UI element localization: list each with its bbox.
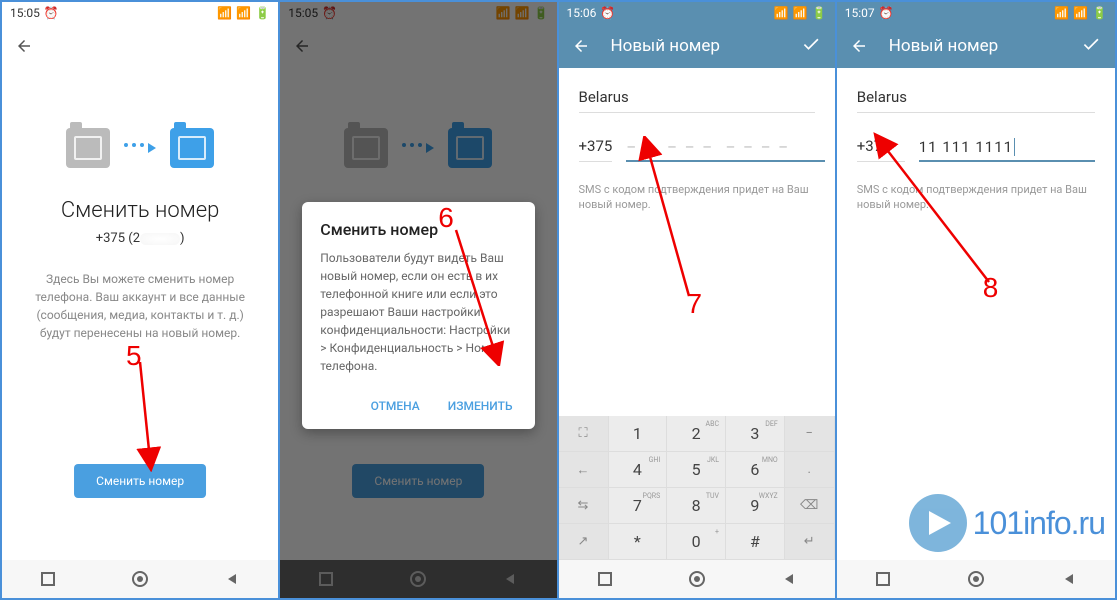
key-switch[interactable]: ⇆ — [559, 488, 609, 524]
clock: 15:05 — [10, 6, 40, 20]
key-7[interactable]: 7PQRS — [609, 488, 668, 524]
nav-recent[interactable] — [36, 567, 60, 591]
phone-input[interactable]: 11 111 1111 — [919, 137, 1095, 162]
done-button[interactable] — [801, 34, 821, 58]
country-selector[interactable]: Belarus — [579, 74, 815, 113]
signal-icon: 📶 — [774, 6, 789, 20]
key-enter[interactable]: ↵ — [785, 524, 835, 560]
screen-2: 15:05⏰ 📶📶🔋 Сменить номер Сменить номер П… — [280, 2, 558, 598]
key-2[interactable]: 2ABC — [667, 416, 726, 452]
country-code[interactable]: +375 — [579, 137, 613, 162]
back-button[interactable] — [14, 36, 34, 56]
key-9[interactable]: 9WXYZ — [726, 488, 785, 524]
app-bar: Новый номер — [837, 24, 1115, 68]
sms-hint: SMS с кодом подтверждения придет на Ваш … — [857, 182, 1095, 213]
country-selector[interactable]: Belarus — [857, 74, 1095, 113]
sim-old-icon — [66, 128, 110, 168]
nav-back[interactable] — [1057, 567, 1081, 591]
alarm-icon: ⏰ — [44, 6, 59, 20]
appbar-title: Новый номер — [611, 36, 720, 56]
dialog-body: Пользователи будут видеть Ваш новый номе… — [320, 249, 516, 375]
key-left[interactable]: ← — [559, 452, 609, 488]
watermark: 101info.ru — [909, 494, 1105, 552]
current-phone: +375 (2) — [22, 231, 258, 246]
page-title: Сменить номер — [22, 198, 258, 223]
nav-recent[interactable] — [593, 567, 617, 591]
cancel-button[interactable]: ОТМЕНА — [367, 393, 424, 419]
app-bar: Новый номер — [559, 24, 835, 68]
telegram-icon — [909, 494, 967, 552]
app-bar — [2, 24, 278, 68]
key-hash[interactable]: # — [726, 524, 785, 560]
key-4[interactable]: 4GHI — [609, 452, 668, 488]
sms-hint: SMS с кодом подтверждения придет на Ваш … — [579, 182, 815, 213]
annotation-5: 5 — [126, 340, 142, 371]
nav-bar — [2, 560, 278, 598]
country-code[interactable]: +375 — [857, 137, 905, 162]
key-popout[interactable]: ↗ — [559, 524, 609, 560]
key-0[interactable]: 0+ — [667, 524, 726, 560]
annotation-8: 8 — [983, 272, 999, 303]
signal-icon: 📶 — [1054, 6, 1069, 20]
battery-icon: 🔋 — [812, 6, 827, 20]
description: Здесь Вы можете сменить номер телефона. … — [22, 270, 258, 342]
key-backspace[interactable]: ⌫ — [785, 488, 835, 524]
alarm-icon: ⏰ — [600, 6, 615, 20]
battery-icon: 🔋 — [255, 6, 270, 20]
nav-home[interactable] — [685, 567, 709, 591]
key-5[interactable]: 5JKL — [667, 452, 726, 488]
nav-home[interactable] — [964, 567, 988, 591]
key-star[interactable]: * — [609, 524, 668, 560]
key-3[interactable]: 3DEF — [726, 416, 785, 452]
sim-graphic — [22, 128, 258, 168]
status-bar: 15:05 ⏰ 📶 📶 🔋 — [2, 2, 278, 24]
wifi-icon: 📶 — [236, 6, 251, 20]
key-fullscreen[interactable]: ⛶ — [559, 416, 609, 452]
nav-home[interactable] — [128, 567, 152, 591]
key-6[interactable]: 6MNO — [726, 452, 785, 488]
watermark-text: 101info.ru — [973, 505, 1105, 542]
key-dot[interactable]: . — [785, 452, 835, 488]
change-number-button[interactable]: Сменить номер — [74, 464, 206, 498]
signal-icon: 📶 — [217, 6, 232, 20]
wifi-icon: 📶 — [793, 6, 808, 20]
alarm-icon: ⏰ — [879, 6, 894, 20]
key-minus[interactable]: − — [785, 416, 835, 452]
nav-back[interactable] — [220, 567, 244, 591]
status-bar: 15:06⏰ 📶 📶 🔋 — [559, 2, 835, 24]
screen-1: 15:05 ⏰ 📶 📶 🔋 Сменить номер +375 (2) Здесь … — [2, 2, 280, 598]
back-button[interactable] — [849, 36, 869, 56]
sim-new-icon — [170, 128, 214, 168]
done-button[interactable] — [1081, 34, 1101, 58]
phone-input[interactable] — [626, 137, 825, 162]
dialog-title: Сменить номер — [320, 220, 516, 239]
nav-bar — [837, 560, 1115, 598]
numeric-keypad: ⛶ 1 2ABC 3DEF − ← 4GHI 5JKL 6MNO . ⇆ 7PQ… — [559, 416, 835, 560]
battery-icon: 🔋 — [1092, 6, 1107, 20]
nav-recent[interactable] — [871, 567, 895, 591]
key-8[interactable]: 8TUV — [667, 488, 726, 524]
back-button[interactable] — [571, 36, 591, 56]
screen-3: 15:06⏰ 📶 📶 🔋 Новый номер Belarus +375 SMS … — [559, 2, 837, 598]
key-1[interactable]: 1 — [609, 416, 668, 452]
confirm-dialog: Сменить номер Пользователи будут видеть … — [302, 202, 534, 429]
clock: 15:06 — [567, 6, 597, 20]
appbar-title: Новый номер — [889, 36, 998, 56]
status-bar: 15:07 ⏰ 📶 📶 🔋 — [837, 2, 1115, 24]
nav-bar — [559, 560, 835, 598]
wifi-icon: 📶 — [1073, 6, 1088, 20]
annotation-7: 7 — [687, 288, 703, 319]
clock: 15:07 — [845, 6, 875, 20]
nav-back[interactable] — [777, 567, 801, 591]
confirm-button[interactable]: ИЗМЕНИТЬ — [444, 393, 517, 419]
